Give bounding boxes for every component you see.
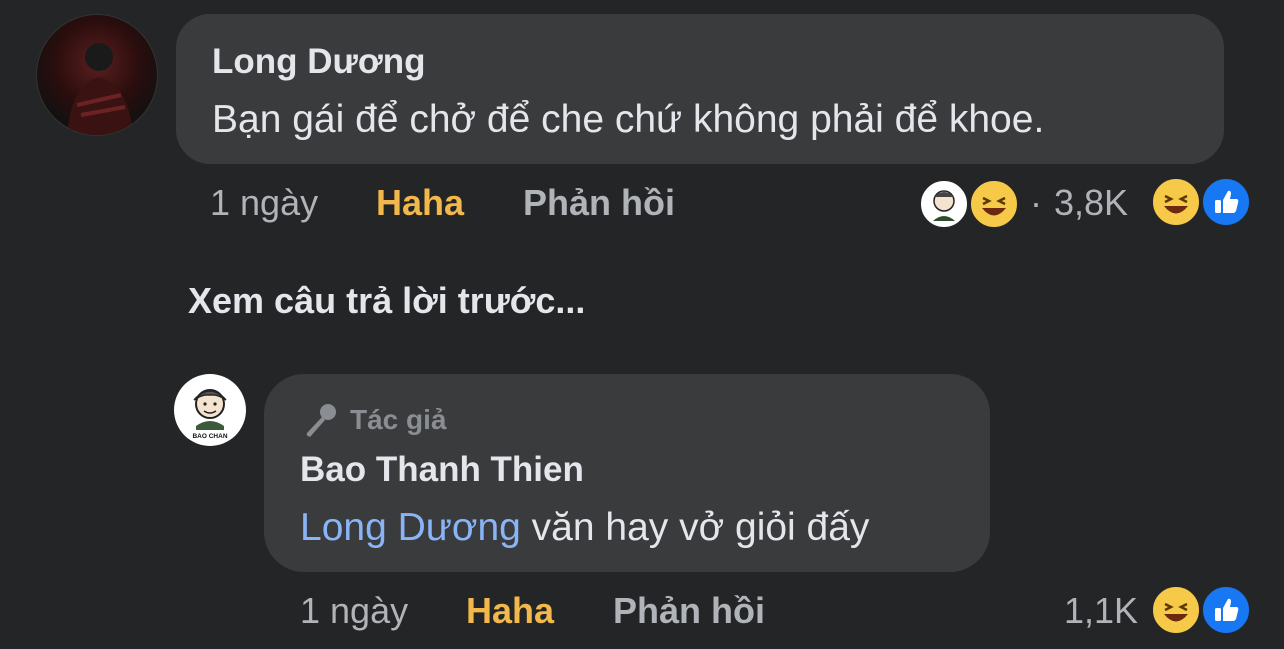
comment-text: Bạn gái để chở để che chứ không phải để …	[212, 98, 1045, 141]
reply-text: Long Dương văn hay vở giỏi đấy	[300, 506, 869, 550]
see-previous-replies-link[interactable]: Xem câu trả lời trước...	[188, 280, 585, 322]
reactor-avatar[interactable]	[918, 178, 970, 230]
haha-emoji-icon	[968, 178, 1020, 230]
reply-reaction-count[interactable]: 1,1K	[1064, 590, 1138, 632]
author-badge-label: Tác giả	[350, 404, 447, 435]
avatar-bao-thanh-thien[interactable]: BAO CHAN	[174, 374, 246, 446]
comment-reaction-count[interactable]: 3,8K	[1054, 182, 1128, 224]
profile-photo-icon	[67, 43, 133, 135]
like-icon	[1200, 584, 1252, 636]
reply-timestamp[interactable]: 1 ngày	[300, 590, 408, 632]
reply-author-name[interactable]: Bao Thanh Thien	[300, 450, 584, 490]
comment-author-name[interactable]: Long Dương	[212, 42, 426, 82]
haha-emoji-icon	[1150, 176, 1202, 228]
mention-link[interactable]: Long Dương	[300, 506, 521, 549]
reply-reply-button[interactable]: Phản hồi	[613, 590, 765, 632]
reaction-dot: ·	[1030, 182, 1042, 223]
comment-reply-button[interactable]: Phản hồi	[523, 182, 675, 224]
reply-text-body: văn hay vở giỏi đấy	[520, 506, 870, 549]
reply-haha-button[interactable]: Haha	[466, 590, 554, 632]
bao-chan-face-icon	[933, 190, 955, 221]
comment-haha-button[interactable]: Haha	[376, 182, 464, 224]
avatar-long-duong[interactable]	[36, 14, 158, 136]
haha-emoji-icon	[1150, 584, 1202, 636]
svg-text:BAO CHAN: BAO CHAN	[192, 433, 227, 440]
like-icon	[1200, 176, 1252, 228]
author-badge: Tác giả	[300, 398, 446, 442]
comment-timestamp[interactable]: 1 ngày	[210, 182, 318, 224]
bao-chan-logo-icon: BAO CHAN	[192, 389, 228, 440]
microphone-icon	[306, 404, 336, 437]
